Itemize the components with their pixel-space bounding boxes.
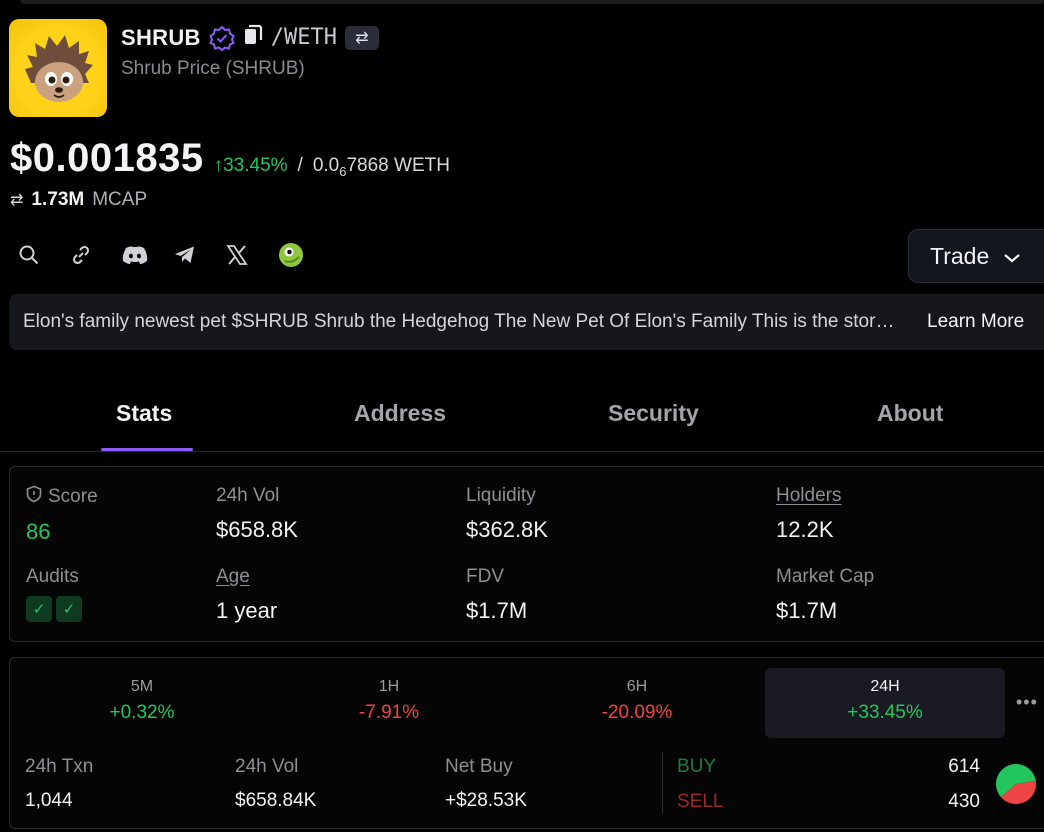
x-icon[interactable] bbox=[226, 242, 278, 268]
price-weth: 0.067868 WETH bbox=[313, 155, 450, 179]
verified-badge-icon bbox=[208, 25, 235, 51]
pair-quote: /WETH bbox=[270, 25, 337, 50]
shield-icon bbox=[26, 485, 42, 509]
market-cap-label: Market Cap bbox=[776, 566, 875, 587]
liquidity-label: Liquidity bbox=[466, 485, 536, 506]
audit-check-icon[interactable]: ✓ bbox=[56, 596, 82, 622]
timeframe-change: +33.45% bbox=[847, 702, 923, 723]
price-usd: $0.001835 bbox=[10, 136, 204, 180]
description-text: Elon's family newest pet $SHRUB Shrub th… bbox=[23, 311, 903, 332]
net-buy-label: Net Buy bbox=[445, 756, 513, 777]
age-value: 1 year bbox=[216, 598, 278, 623]
price-row: $0.001835 ↑33.45% / 0.067868 WETH bbox=[10, 136, 450, 181]
market-cap-value: $1.7M bbox=[776, 598, 838, 623]
coingecko-icon[interactable] bbox=[278, 242, 330, 268]
copy-icon[interactable] bbox=[243, 24, 263, 51]
net-buy: Net Buy +$28.53K bbox=[445, 756, 527, 812]
vol-value: $658.8K bbox=[216, 517, 298, 542]
stat-fdv: FDV $1.7M bbox=[466, 566, 527, 624]
timeframe-24h[interactable]: 24H +33.45% bbox=[765, 668, 1005, 738]
timeframe-label: 24H bbox=[870, 678, 900, 695]
top-panel-edge bbox=[20, 0, 1044, 4]
token-logo bbox=[9, 19, 107, 117]
timeframe-6h[interactable]: 6H -20.09% bbox=[517, 668, 757, 738]
link-icon[interactable] bbox=[70, 242, 122, 268]
audit-check-icon[interactable]: ✓ bbox=[26, 596, 52, 622]
age-label[interactable]: Age bbox=[216, 566, 277, 588]
holders-label[interactable]: Holders bbox=[776, 485, 841, 507]
swap-arrows-icon: ⇄ bbox=[10, 192, 24, 209]
social-links bbox=[18, 242, 330, 268]
mcap-value: 1.73M bbox=[31, 189, 85, 210]
trade-button-label: Trade bbox=[930, 242, 990, 269]
vol-label: 24h Vol bbox=[216, 485, 280, 506]
stat-24h-vol: 24h Vol $658.8K bbox=[216, 485, 298, 543]
description-banner: Elon's family newest pet $SHRUB Shrub th… bbox=[9, 294, 1044, 350]
txn-volume: 24h Vol $658.84K bbox=[235, 756, 316, 812]
buy-count: 614 bbox=[948, 756, 980, 777]
timeframe-1h[interactable]: 1H -7.91% bbox=[269, 668, 509, 738]
sell-count: 430 bbox=[948, 791, 980, 812]
txn-vol-label: 24h Vol bbox=[235, 756, 299, 777]
tab-about[interactable]: About bbox=[877, 400, 943, 427]
holders-value: 12.2K bbox=[776, 517, 834, 542]
timeframe-change: -20.09% bbox=[601, 702, 673, 723]
search-icon[interactable] bbox=[18, 242, 70, 268]
telegram-icon[interactable] bbox=[174, 242, 226, 268]
discord-icon[interactable] bbox=[122, 242, 174, 268]
token-symbol: SHRUB bbox=[121, 24, 201, 50]
stat-score: Score 86 bbox=[26, 485, 98, 545]
token-title-row: SHRUB /WETH ⇄ bbox=[121, 24, 379, 51]
tab-bar: Stats Address Security About bbox=[0, 380, 1044, 452]
stat-market-cap: Market Cap $1.7M bbox=[776, 566, 874, 624]
timeframe-change: +0.32% bbox=[109, 702, 175, 723]
audits-label: Audits bbox=[26, 566, 79, 587]
timeframe-card: 5M +0.32% 1H -7.91% 6H -20.09% 24H +33.4… bbox=[9, 657, 1044, 829]
timeframe-label: 5M bbox=[130, 678, 154, 695]
more-options-icon[interactable]: ••• bbox=[1016, 692, 1038, 713]
weth-prefix: 0.0 bbox=[312, 155, 340, 176]
price-separator: / bbox=[297, 155, 303, 176]
trade-button[interactable]: Trade bbox=[908, 229, 1044, 283]
score-label: Score bbox=[48, 486, 98, 507]
buy-sell-pie-icon bbox=[996, 764, 1036, 804]
stat-audits: Audits ✓ ✓ bbox=[26, 566, 86, 622]
stat-age: Age 1 year bbox=[216, 566, 277, 624]
weth-suffix: 7868 WETH bbox=[346, 155, 450, 176]
txn-value: 1,044 bbox=[25, 790, 73, 811]
tab-stats[interactable]: Stats bbox=[116, 400, 172, 427]
net-buy-value: +$28.53K bbox=[445, 790, 527, 811]
txn-count: 24h Txn 1,044 bbox=[25, 756, 93, 812]
sell-label: SELL bbox=[677, 791, 724, 812]
timeframe-change: -7.91% bbox=[358, 702, 420, 723]
timeframe-5m[interactable]: 5M +0.32% bbox=[22, 668, 262, 738]
price-change: ↑33.45% bbox=[213, 155, 288, 176]
active-tab-indicator bbox=[101, 448, 193, 451]
learn-more-link[interactable]: Learn More bbox=[927, 311, 1024, 333]
fdv-value: $1.7M bbox=[466, 598, 528, 623]
score-value: 86 bbox=[26, 519, 51, 544]
txn-label: 24h Txn bbox=[25, 756, 94, 777]
tab-security[interactable]: Security bbox=[608, 400, 699, 427]
token-full-name: Shrub Price (SHRUB) bbox=[121, 58, 305, 79]
timeframe-label: 6H bbox=[626, 678, 648, 695]
chevron-down-icon bbox=[1003, 243, 1021, 270]
timeframe-label: 1H bbox=[378, 678, 400, 695]
divider bbox=[662, 752, 663, 814]
buy-label: BUY bbox=[677, 756, 717, 777]
swap-icon: ⇄ bbox=[355, 29, 369, 47]
hedgehog-logo-icon bbox=[12, 25, 104, 117]
tab-address[interactable]: Address bbox=[354, 400, 446, 427]
stat-liquidity: Liquidity $362.8K bbox=[466, 485, 548, 543]
stat-holders: Holders 12.2K bbox=[776, 485, 841, 543]
fdv-label: FDV bbox=[466, 566, 504, 587]
swap-pair-button[interactable]: ⇄ bbox=[344, 25, 379, 50]
liquidity-value: $362.8K bbox=[466, 517, 548, 542]
mcap-row[interactable]: ⇄ 1.73M MCAP bbox=[10, 189, 147, 211]
mcap-label: MCAP bbox=[92, 189, 148, 210]
txn-vol-value: $658.84K bbox=[235, 790, 317, 811]
stats-card: Score 86 24h Vol $658.8K Liquidity $362.… bbox=[9, 466, 1044, 642]
